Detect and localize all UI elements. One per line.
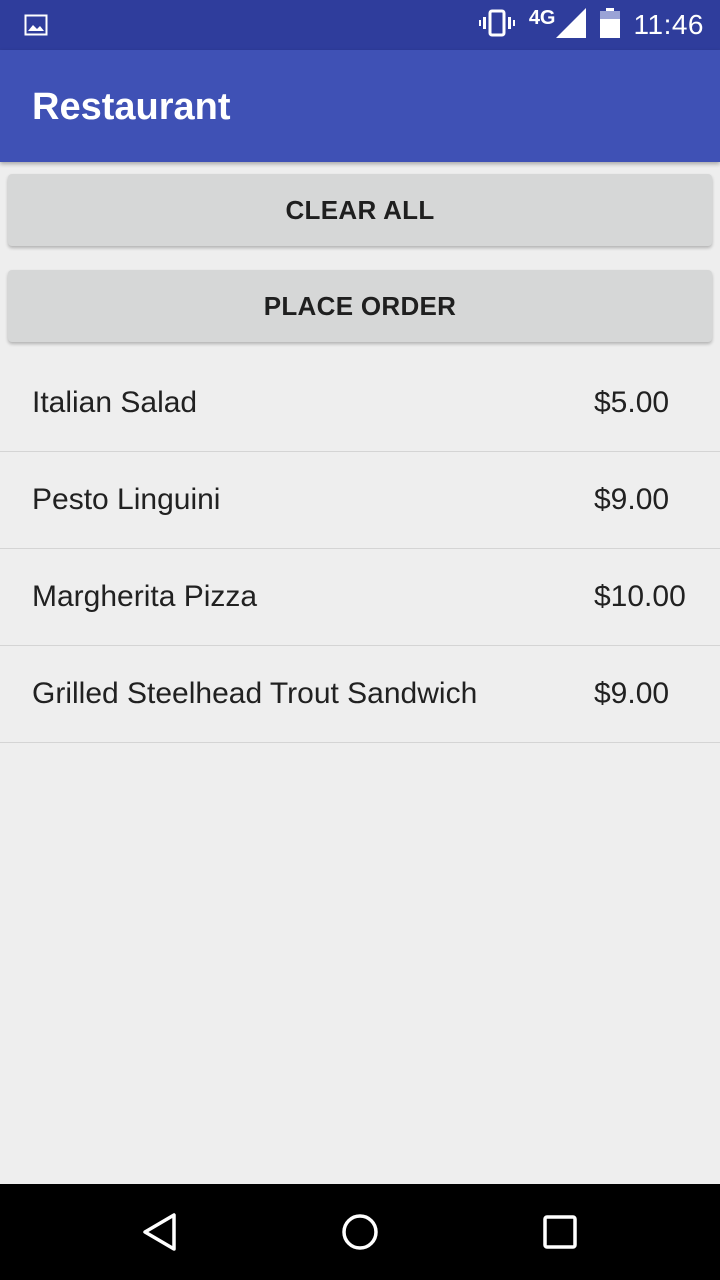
page-title: Restaurant	[32, 86, 231, 128]
list-item[interactable]: Margherita Pizza $10.00	[0, 549, 720, 646]
item-price: $5.00	[594, 386, 670, 419]
app-bar: Restaurant	[0, 50, 720, 162]
clock: 11:46	[633, 9, 704, 40]
item-name: Pesto Linguini	[32, 483, 221, 516]
signal-icon	[555, 7, 586, 43]
network-type: 4G	[528, 6, 556, 29]
place-order-button[interactable]: PLACE ORDER	[8, 270, 712, 342]
clear-all-button[interactable]: CLEAR ALL	[8, 174, 712, 246]
item-name: Italian Salad	[32, 386, 198, 419]
image-icon	[24, 13, 48, 37]
vibrate-icon	[478, 9, 515, 42]
menu-list: Italian Salad $5.00 Pesto Linguini $9.00…	[0, 355, 720, 743]
list-item[interactable]: Pesto Linguini $9.00	[0, 452, 720, 549]
item-price: $10.00	[594, 580, 686, 613]
recents-icon[interactable]	[540, 1212, 580, 1252]
status-bar: 4G 11:46	[0, 0, 720, 50]
item-price: $9.00	[594, 677, 670, 710]
back-icon[interactable]	[140, 1212, 180, 1252]
home-icon[interactable]	[340, 1212, 380, 1252]
navigation-bar	[0, 1184, 720, 1280]
list-item[interactable]: Grilled Steelhead Trout Sandwich $9.00	[0, 646, 720, 743]
item-name: Grilled Steelhead Trout Sandwich	[32, 677, 478, 710]
battery-icon	[599, 7, 620, 43]
item-name: Margherita Pizza	[32, 580, 258, 613]
list-item[interactable]: Italian Salad $5.00	[0, 355, 720, 452]
item-price: $9.00	[594, 483, 670, 516]
